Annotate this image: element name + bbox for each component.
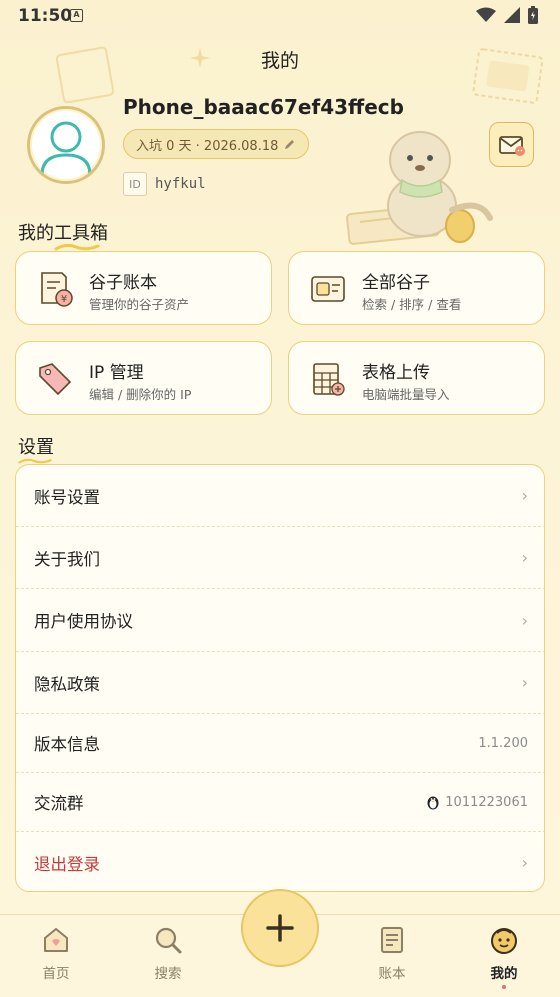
setting-label: 隐私政策 [34, 674, 100, 694]
setting-version-info: 版本信息 1.1.200 [16, 714, 544, 772]
add-button[interactable] [241, 889, 319, 967]
join-date-text: 入坑 0 天 · 2026.08.18 [136, 138, 279, 154]
otter-illustration [346, 131, 493, 245]
settings-title: 设置 [18, 433, 54, 464]
svg-text:¥: ¥ [61, 294, 67, 305]
setting-label: 版本信息 [34, 735, 100, 754]
toolbox-title-text: 我的工具箱 [18, 223, 108, 244]
chevron-right-icon: › [521, 610, 528, 630]
status-icons [476, 6, 538, 24]
page-title: 我的 [260, 50, 299, 72]
setting-community-group[interactable]: 交流群 1011223061 [16, 773, 544, 831]
tool-card-ip-management[interactable]: IP 管理 编辑 / 删除你的 IP [15, 341, 272, 415]
tab-label: 账本 [378, 966, 406, 982]
active-tab-indicator [502, 985, 506, 989]
user-avatar-icon [40, 121, 92, 176]
underline-squiggle-icon [54, 243, 100, 251]
tab-mine[interactable]: 我的 [464, 925, 544, 989]
penguin-icon [427, 796, 439, 810]
setting-label: 账号设置 [34, 487, 100, 507]
spreadsheet-upload-icon [313, 363, 345, 396]
tool-subtitle: 检索 / 排序 / 查看 [362, 297, 462, 312]
setting-label: 关于我们 [34, 549, 100, 569]
home-icon [44, 928, 68, 952]
tab-label: 搜索 [154, 966, 182, 982]
chevron-right-icon: › [521, 673, 528, 692]
user-id-row: ID hyfkul [123, 172, 206, 196]
card-list-icon [311, 276, 345, 302]
wifi-icon [476, 7, 496, 22]
setting-label: 交流群 [34, 794, 84, 813]
chevron-right-icon: › [521, 853, 528, 872]
tab-home[interactable]: 首页 [16, 925, 96, 982]
id-tag: ID [123, 172, 147, 196]
avatar[interactable] [27, 106, 105, 184]
user-id-value: hyfkul [155, 176, 206, 192]
tool-card-all-goods[interactable]: 全部谷子 检索 / 排序 / 查看 [288, 251, 545, 325]
chevron-right-icon: › [521, 548, 528, 567]
status-bar: 11:50 A [0, 0, 560, 32]
tool-title: 全部谷子 [362, 273, 430, 293]
setting-account[interactable]: 账号设置 › [16, 465, 544, 526]
setting-label: 退出登录 [34, 854, 100, 874]
group-number: 1011223061 [445, 794, 528, 810]
tag-icon [39, 363, 72, 396]
username: Phone_baaac67ef43ffecb [123, 95, 404, 119]
setting-about-us[interactable]: 关于我们 › [16, 527, 544, 588]
tool-subtitle: 电脑端批量导入 [362, 387, 450, 402]
tool-title: IP 管理 [89, 363, 144, 383]
version-value: 1.1.200 [478, 735, 528, 751]
notification-a-icon: A [70, 9, 83, 22]
join-date-pill[interactable]: 入坑 0 天 · 2026.08.18 [123, 129, 310, 159]
tool-subtitle: 编辑 / 删除你的 IP [89, 387, 192, 402]
receipt-yen-icon: ¥ [41, 272, 73, 307]
tool-card-sheet-upload[interactable]: 表格上传 电脑端批量导入 [288, 341, 545, 415]
plus-icon [266, 914, 294, 942]
mail-button[interactable] [489, 122, 534, 167]
tool-title: 表格上传 [362, 363, 430, 383]
settings-title-text: 设置 [18, 437, 54, 458]
mail-icon [498, 135, 525, 156]
tool-card-goods-ledger[interactable]: ¥ 谷子账本 管理你的谷子资产 [15, 251, 272, 325]
tab-ledger[interactable]: 账本 [352, 925, 432, 982]
toolbox-title: 我的工具箱 [18, 219, 108, 251]
setting-user-agreement[interactable]: 用户使用协议 › [16, 589, 544, 651]
ledger-icon [381, 927, 403, 953]
tool-title: 谷子账本 [89, 273, 157, 293]
setting-privacy-policy[interactable]: 隐私政策 › [16, 652, 544, 713]
pencil-icon [285, 140, 295, 149]
setting-logout[interactable]: 退出登录 › [16, 832, 544, 891]
tab-label: 首页 [42, 966, 70, 982]
setting-label: 用户使用协议 [34, 612, 133, 631]
smiley-face-icon [491, 928, 517, 954]
search-icon [155, 927, 182, 954]
battery-icon [528, 6, 538, 24]
settings-list: 账号设置 › 关于我们 › 用户使用协议 › 隐私政策 › 版本信息 1.1.2… [15, 464, 545, 892]
status-time: 11:50 [18, 6, 73, 26]
signal-icon [504, 7, 520, 23]
tab-label: 我的 [490, 966, 518, 982]
tab-search[interactable]: 搜索 [128, 925, 208, 982]
tool-subtitle: 管理你的谷子资产 [89, 297, 190, 312]
chevron-right-icon: › [521, 486, 528, 505]
